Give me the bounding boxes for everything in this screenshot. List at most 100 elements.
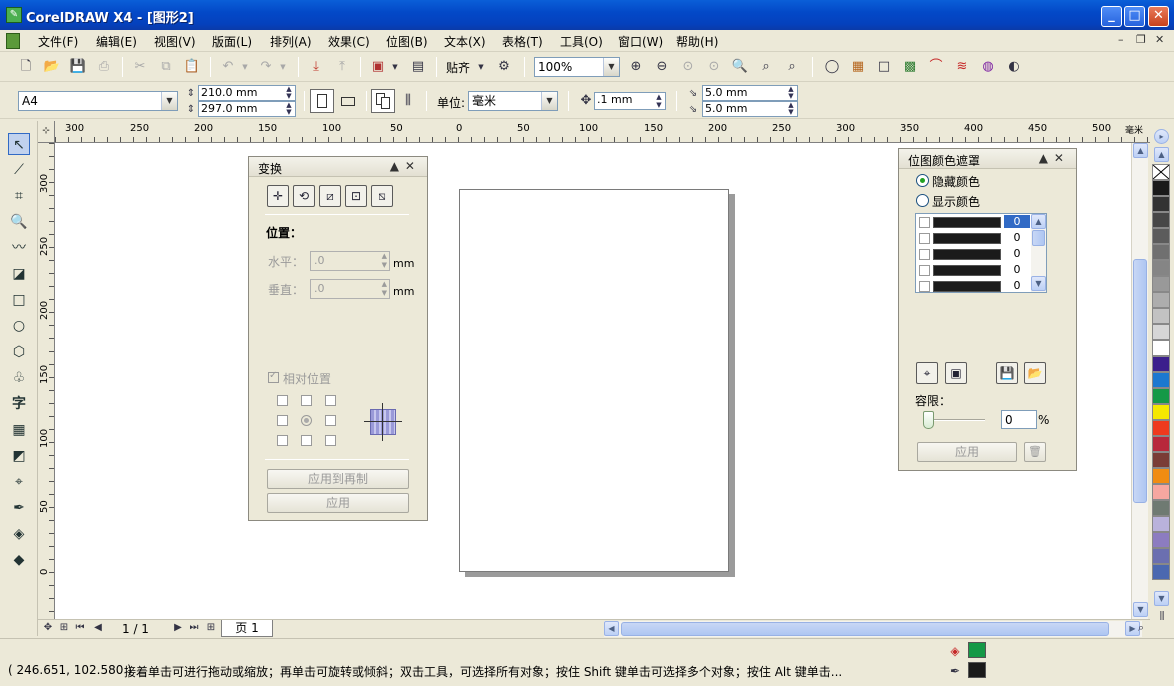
shape-tool-icon[interactable]: ⟋ [8, 159, 30, 181]
nudge-distance-field[interactable]: .1 mm ▲ ▼ [594, 92, 666, 110]
paste-icon[interactable]: 📋 [182, 57, 202, 77]
bitmap-color-mask-header[interactable]: 位图颜色遮罩 ▲✕ [899, 149, 1076, 169]
save-icon[interactable]: 💾 [68, 57, 88, 77]
spinner-icon[interactable]: ▲ ▼ [382, 252, 387, 270]
ellipse-tool-icon[interactable]: ○ [8, 315, 30, 337]
relative-position-checkbox[interactable]: ✓ [268, 370, 279, 383]
palette-swatch[interactable] [1152, 532, 1170, 548]
mask-color-checkbox[interactable] [919, 281, 930, 292]
paper-size-combo[interactable]: A4 ▼ [18, 91, 178, 111]
palette-swatch[interactable] [1152, 516, 1170, 532]
ruler-origin-icon[interactable]: ⊹ [38, 121, 55, 143]
anchor-center[interactable] [301, 415, 312, 426]
spinner-icon[interactable]: ▲ ▼ [283, 102, 295, 116]
zoom-level-combo[interactable]: 100% ▼ [534, 57, 620, 77]
anchor-top-center[interactable] [301, 395, 312, 406]
outline-color-swatch[interactable] [968, 662, 986, 678]
list-item[interactable]: 0 [916, 231, 1031, 247]
position-mode-button[interactable]: ✛ [267, 185, 289, 207]
palette-swatch[interactable] [1152, 260, 1170, 276]
anchor-bottom-center[interactable] [301, 435, 312, 446]
palette-swatch[interactable] [1152, 564, 1170, 580]
rectangle-docker-icon[interactable]: □ [874, 57, 894, 77]
copy-icon[interactable]: ⧉ [156, 57, 176, 77]
maximize-button[interactable]: □ [1124, 6, 1145, 27]
palette-swatch[interactable] [1152, 436, 1170, 452]
hide-colors-radio[interactable] [916, 174, 929, 187]
launcher-dropdown-icon[interactable]: ▼ [390, 57, 400, 77]
horizontal-ruler[interactable]: 300 250 200 150 100 50 0 50 100 150 200 … [55, 121, 1150, 143]
rectangle-tool-icon[interactable]: □ [8, 289, 30, 311]
palette-swatch[interactable] [1152, 276, 1170, 292]
mask-color-checkbox[interactable] [919, 265, 930, 276]
list-item[interactable]: 0 [916, 263, 1031, 279]
menu-text[interactable]: 文本(X) [444, 33, 486, 50]
eyedropper-tool-icon[interactable]: ⌖ [8, 471, 30, 493]
palette-scroll-up-icon[interactable]: ▲ [1154, 147, 1169, 162]
anchor-top-left[interactable] [277, 395, 288, 406]
chevron-down-icon[interactable]: ▼ [603, 58, 619, 76]
apply-button[interactable]: 应用 [267, 493, 409, 513]
spinner-icon[interactable]: ▲ ▼ [785, 86, 797, 100]
list-item[interactable]: 0 [916, 215, 1031, 231]
scale-mode-button[interactable]: ⧄ [319, 185, 341, 207]
palette-expand-icon[interactable]: ⫼ [1152, 607, 1172, 627]
mask-color-checkbox[interactable] [919, 249, 930, 260]
palette-scroll-down-icon[interactable]: ▼ [1154, 591, 1169, 606]
scroll-left-icon[interactable]: ◀ [604, 621, 619, 636]
crop-tool-icon[interactable]: ⌗ [8, 185, 30, 207]
show-colors-label[interactable]: 显示颜色 [932, 193, 980, 210]
no-color-swatch[interactable] [1152, 164, 1170, 180]
fill-color-swatch[interactable] [968, 642, 986, 658]
basic-shapes-tool-icon[interactable]: ♧ [8, 367, 30, 389]
duplicate-x-field[interactable]: 5.0 mm ▲ ▼ [702, 85, 798, 101]
zoom-to-page-height-icon[interactable]: ⌕ [782, 57, 802, 77]
export-icon[interactable]: ⤒ [332, 57, 352, 77]
mask-apply-button[interactable]: 应用 [917, 442, 1017, 462]
rotate-mode-button[interactable]: ⟲ [293, 185, 315, 207]
fill-tool-icon[interactable]: ◈ [8, 523, 30, 545]
menu-file[interactable]: 文件(F) [38, 33, 78, 50]
menu-window[interactable]: 窗口(W) [618, 33, 663, 50]
options-icon[interactable]: ⚙ [494, 57, 514, 77]
tolerance-slider-track[interactable] [925, 419, 985, 421]
blend-icon[interactable]: ≋ [952, 57, 972, 77]
paper-width-field[interactable]: 210.0 mm ▲ ▼ [198, 85, 296, 101]
palette-swatch[interactable] [1152, 324, 1170, 340]
tolerance-slider-thumb[interactable] [923, 411, 934, 429]
chevron-down-icon[interactable]: ▼ [161, 92, 177, 110]
menu-table[interactable]: 表格(T) [502, 33, 543, 50]
horizontal-scroll-thumb[interactable] [621, 622, 1109, 636]
palette-swatch[interactable] [1152, 452, 1170, 468]
minimize-button[interactable]: _ [1101, 6, 1122, 27]
save-mask-button[interactable]: 💾 [996, 362, 1018, 384]
anchor-top-right[interactable] [325, 395, 336, 406]
redo-icon[interactable]: ↷ [256, 57, 276, 77]
zoom-tool-icon[interactable]: 🔍 [8, 211, 30, 233]
portrait-button[interactable] [310, 89, 334, 113]
outline-tool-icon[interactable]: ✒ [8, 497, 30, 519]
palette-swatch[interactable] [1152, 340, 1170, 356]
zoom-icon[interactable]: ⌕ [1131, 618, 1151, 638]
anchor-middle-right[interactable] [325, 415, 336, 426]
spinner-icon[interactable]: ▲ ▼ [382, 280, 387, 298]
palette-swatch[interactable] [1152, 196, 1170, 212]
palette-swatch[interactable] [1152, 548, 1170, 564]
palette-swatch[interactable] [1152, 372, 1170, 388]
open-mask-button[interactable]: 📂 [1024, 362, 1046, 384]
anchor-bottom-right[interactable] [325, 435, 336, 446]
interactive-fill-tool-icon[interactable]: ◆ [8, 549, 30, 571]
vertical-scroll-thumb[interactable] [1133, 259, 1147, 503]
menu-bitmaps[interactable]: 位图(B) [386, 33, 428, 50]
import-icon[interactable]: ⤓ [306, 57, 326, 77]
zoom-to-page-icon[interactable]: 🔍 [730, 57, 750, 77]
menu-edit[interactable]: 编辑(E) [96, 33, 137, 50]
palette-swatch[interactable] [1152, 404, 1170, 420]
spinner-icon[interactable]: ▲ ▼ [785, 102, 797, 116]
palette-swatch[interactable] [1152, 228, 1170, 244]
interactive-blend-tool-icon[interactable]: ◩ [8, 445, 30, 467]
snap-to-label[interactable]: 贴齐 [446, 59, 470, 76]
palette-swatch[interactable] [1152, 420, 1170, 436]
mdi-close-button[interactable]: ✕ [1155, 33, 1164, 46]
open-icon[interactable]: 📂 [42, 57, 62, 77]
